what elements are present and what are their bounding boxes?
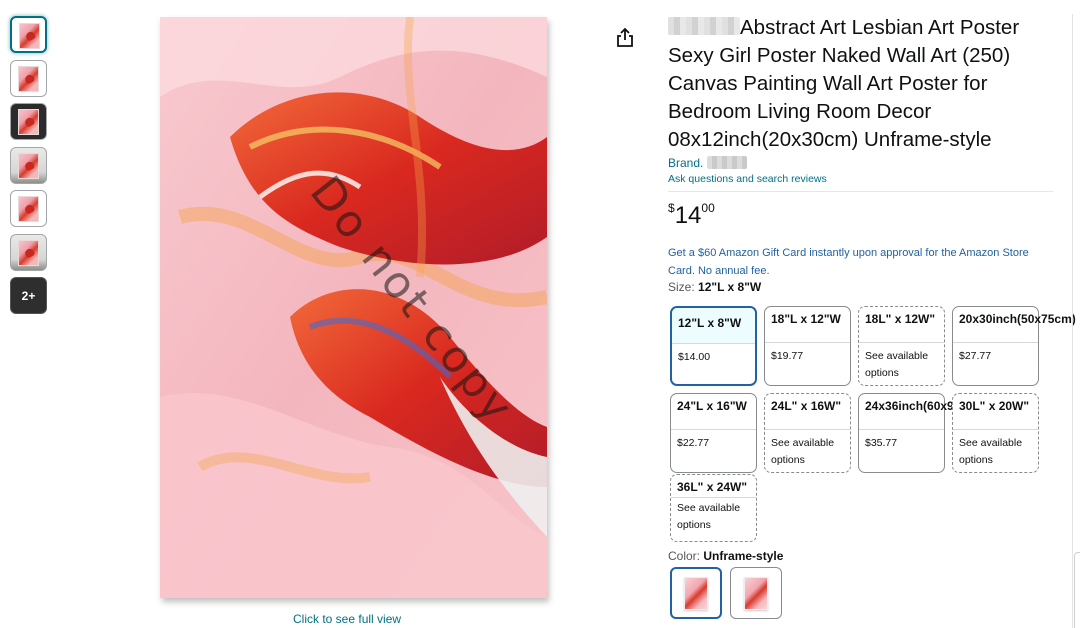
price: $1400 [668, 202, 1053, 228]
color-swatch-image [744, 576, 768, 610]
thumbnail-4[interactable] [10, 146, 47, 184]
ask-questions-link[interactable]: Ask questions and search reviews [668, 173, 1053, 192]
size-option[interactable]: 24x36inch(60x90cm) $35.77 [858, 393, 982, 473]
thumbnail-3[interactable] [10, 103, 47, 140]
size-option-availability: See available options [677, 502, 741, 531]
thumbnail-2[interactable] [10, 59, 47, 97]
right-panel-box-edge [1074, 552, 1080, 628]
product-artwork [160, 17, 547, 598]
price-whole: 14 [674, 202, 702, 229]
size-option-label: 30L" x 20W" [953, 394, 1038, 430]
size-option[interactable]: 24L" x 16W" See available options [764, 393, 851, 473]
product-title: Abstract Art Lesbian Art Poster Sexy Gir… [668, 14, 1053, 154]
size-option-label: 18L" x 12W" [859, 307, 944, 343]
gift-card-offer-link[interactable]: Get a $60 Amazon Gift Card instantly upo… [668, 244, 1053, 280]
color-swatch[interactable] [730, 567, 782, 619]
full-view-link[interactable]: Click to see full view [293, 612, 401, 626]
size-option[interactable]: 24"L x 16"W $22.77 [670, 393, 757, 473]
size-option[interactable]: 12"L x 8"W $14.00 [670, 306, 757, 386]
size-option[interactable]: 30L" x 20W" See available options [952, 393, 1039, 473]
thumbnail-5[interactable] [10, 190, 47, 227]
size-option-availability: See available options [959, 437, 1023, 466]
size-option-label: 12"L x 8"W [672, 308, 755, 344]
thumbnail-image [18, 239, 39, 266]
size-option-label: 24"L x 16"W [671, 394, 756, 430]
thumbnail-image [18, 196, 39, 222]
size-option-price: $27.77 [959, 350, 992, 362]
thumbnail-image [18, 109, 39, 135]
size-option-price: $22.77 [677, 437, 710, 449]
size-option[interactable]: 18"L x 12"W $19.77 [764, 306, 851, 386]
product-title-text: Abstract Art Lesbian Art Poster Sexy Gir… [668, 16, 1020, 151]
size-option-price: $35.77 [865, 437, 898, 449]
price-fraction: 00 [701, 201, 715, 215]
right-panel-edge [1072, 14, 1080, 628]
size-option[interactable]: 20x30inch(50x75cm) $27.77 [952, 306, 1076, 386]
redacted-brand-name [706, 156, 747, 169]
size-option-availability: See available options [771, 437, 835, 466]
size-option[interactable]: 36L" x 24W" See available options [670, 474, 757, 542]
size-option-label: 24x36inch(60x90cm) [859, 394, 982, 430]
product-info: Abstract Art Lesbian Art Poster Sexy Gir… [668, 14, 1076, 548]
size-option-price: $14.00 [678, 351, 711, 363]
color-swatch-image [684, 576, 708, 610]
thumbnail-6[interactable] [10, 233, 47, 271]
size-options: 12"L x 8"W $14.00 18"L x 12"W $19.77 18L… [668, 300, 1076, 548]
size-option-availability: See available options [865, 350, 929, 379]
color-label: Color: Unframe-style [668, 549, 783, 563]
size-option[interactable]: 18L" x 12W" See available options [858, 306, 945, 386]
thumbnail-image [19, 23, 40, 49]
size-label: Size: 12"L x 8"W [668, 280, 1053, 294]
thumbnail-image [18, 65, 39, 92]
thumbnail-image [18, 152, 39, 179]
color-label-text: Color: [668, 549, 701, 563]
size-label-text: Size: [668, 280, 695, 294]
size-selected-value: 12"L x 8"W [698, 280, 762, 294]
size-option-label: 20x30inch(50x75cm) [953, 307, 1076, 343]
main-product-image[interactable]: Do not copy [160, 17, 547, 598]
share-icon[interactable] [615, 27, 635, 49]
thumbnail-more[interactable]: 2+ [10, 277, 47, 314]
thumbnail-strip: 2+ [10, 16, 48, 321]
brand-prefix: Brand. [668, 156, 704, 170]
redacted-brand [668, 17, 740, 35]
brand-link[interactable]: Brand. [668, 156, 1053, 170]
size-option-label: 36L" x 24W" [671, 475, 756, 498]
size-option-label: 24L" x 16W" [765, 394, 850, 430]
size-option-price: $19.77 [771, 350, 804, 362]
thumbnail-1[interactable] [10, 16, 47, 53]
price-symbol: $ [668, 201, 675, 215]
color-selected-value: Unframe-style [703, 549, 784, 563]
color-swatch-selected[interactable] [670, 567, 722, 619]
size-option-label: 18"L x 12"W [765, 307, 850, 343]
